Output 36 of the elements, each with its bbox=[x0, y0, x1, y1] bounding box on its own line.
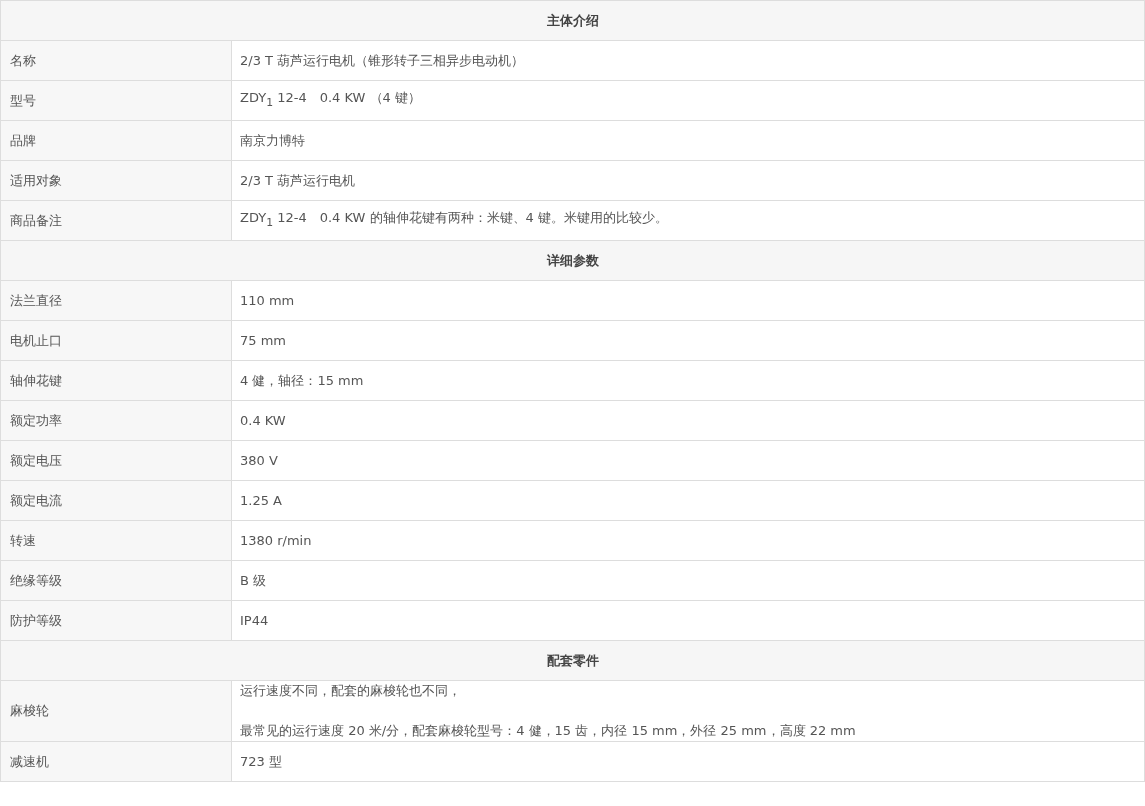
value-text: 2/3 T 葫芦运行电机 bbox=[240, 171, 357, 190]
label-cell: 适用对象 bbox=[1, 161, 232, 200]
label-cell: 额定电压 bbox=[1, 441, 232, 480]
section-header: 主体介绍 bbox=[1, 1, 1144, 41]
value-text: 南京力博特 bbox=[240, 131, 306, 150]
label-cell: 防护等级 bbox=[1, 601, 232, 640]
value-text: 1.25 A bbox=[240, 491, 283, 510]
label-cell: 额定电流 bbox=[1, 481, 232, 520]
value-text: 最常见的运行速度 20 米/分，配套麻梭轮型号：4 健，15 齿，内径 15 mm，外径 25 mm，高度 22 mm bbox=[240, 722, 857, 740]
value-text: 110 mm bbox=[240, 291, 296, 310]
value-text: 0.4 KW bbox=[240, 411, 287, 430]
value-text: IP44 bbox=[240, 611, 270, 630]
label-cell: 减速机 bbox=[1, 742, 232, 781]
label-cell: 品牌 bbox=[1, 121, 232, 160]
value-text: 380 V bbox=[240, 451, 279, 470]
label-cell: 名称 bbox=[1, 41, 232, 80]
label-cell: 电机止口 bbox=[1, 321, 232, 360]
label-cell: 商品备注 bbox=[1, 201, 232, 240]
value-text: ZDY$_{1}$ 12-4 0.4 KW 的轴伸花键有两种：米键、4 键。米键用的比较少。 bbox=[240, 209, 669, 231]
label-cell: 轴伸花键 bbox=[1, 361, 232, 400]
label-cell: 额定功率 bbox=[1, 401, 232, 440]
label-cell: 绝缘等级 bbox=[1, 561, 232, 600]
value-text: 4 健，轴径：15 mm bbox=[240, 371, 365, 390]
label-cell: 麻梭轮 bbox=[1, 681, 232, 741]
value-text: 2/3 T 葫芦运行电机（锥形转子三相异步电动机） bbox=[240, 51, 526, 70]
section-header: 详细参数 bbox=[1, 241, 1144, 281]
label-cell: 型号 bbox=[1, 81, 232, 120]
value-text: B 级 bbox=[240, 571, 268, 590]
value-text: 723 型 bbox=[240, 752, 283, 771]
label-cell: 法兰直径 bbox=[1, 281, 232, 320]
section-header: 配套零件 bbox=[1, 641, 1144, 681]
value-text: ZDY$_{1}$ 12-4 0.4 KW （4 键） bbox=[240, 89, 422, 111]
label-cell: 转速 bbox=[1, 521, 232, 560]
value-text: 1380 r/min bbox=[240, 531, 313, 550]
value-text: 运行速度不同，配套的麻梭轮也不同， bbox=[240, 682, 462, 700]
value-text: 75 mm bbox=[240, 331, 287, 350]
